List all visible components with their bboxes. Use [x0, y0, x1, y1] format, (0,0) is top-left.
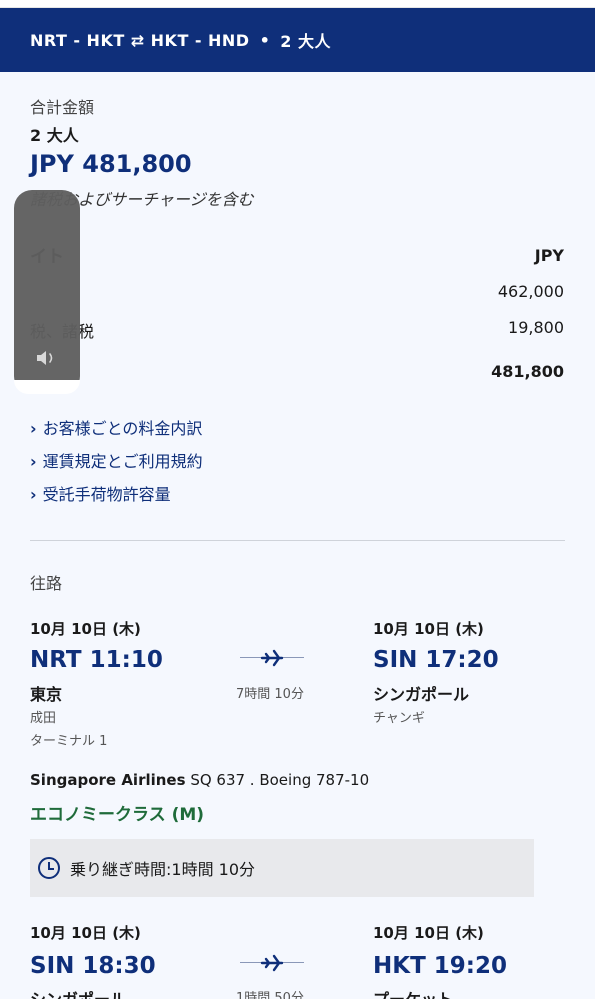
segment1-flight-line: Singapore Airlines SQ 637 . Boeing 787-1… [30, 771, 369, 789]
segment2-arrival-date: 10月 10日 (木) [373, 924, 484, 942]
separator-dot: • [259, 30, 271, 50]
segment1-arrival-airport: チャンギ [373, 711, 425, 726]
chevron-right-icon: › [30, 419, 37, 438]
top-strip [0, 0, 595, 8]
segment1-arrival-city: シンガポール [373, 685, 470, 704]
total-value: 481,800 [491, 362, 564, 381]
segment1-duration: 7時間 10分 [236, 687, 304, 702]
via-code: HKT [150, 30, 189, 50]
link-price-breakdown[interactable]: › お客様ごとの料金内訳 [30, 415, 202, 439]
section-divider [30, 540, 565, 541]
segment1-departure-airport: 成田 [30, 711, 57, 726]
outbound-title: 往路 [30, 574, 63, 593]
segment2-arrival-time: HKT 19:20 [373, 953, 507, 979]
tax-value: 19,800 [508, 318, 564, 337]
segment1-cabin-class: エコノミークラス (M) [30, 805, 205, 825]
flight-info: SQ 637 . Boeing 787-10 [190, 771, 370, 789]
plane-icon [240, 648, 304, 668]
volume-overlay [14, 190, 80, 394]
pax-label: 2 大人 [30, 126, 79, 145]
link-label: 受託手荷物許容量 [42, 485, 171, 504]
segment2-departure-city: シンガポール [30, 986, 126, 999]
layover-text: 乗り継ぎ時間:1時間 10分 [70, 860, 256, 879]
segment2-departure-time: SIN 18:30 [30, 953, 156, 979]
link-label: 運賃規定とご利用規約 [42, 452, 203, 471]
link-fare-rules[interactable]: › 運賃規定とご利用規約 [30, 448, 203, 472]
chevron-right-icon: › [30, 452, 37, 471]
currency-label: JPY [534, 246, 564, 265]
segment1-departure-time: NRT 11:10 [30, 647, 163, 673]
plane-icon [240, 953, 304, 973]
chevron-right-icon: › [30, 485, 37, 504]
dash: - [194, 30, 202, 50]
from-code: NRT [30, 30, 68, 50]
dash: - [73, 30, 81, 50]
layover-box: 乗り継ぎ時間:1時間 10分 [30, 839, 534, 897]
itinerary-header: NRT - HKT ⇄ HKT - HND • 2 大人 [0, 8, 595, 72]
via-code: HKT [86, 30, 125, 50]
segment2-duration: 1時間 50分 [236, 991, 304, 999]
segment2-arrival-city: プーケット [373, 986, 453, 999]
segment1-departure-date: 10月 10日 (木) [30, 620, 141, 638]
link-baggage-allowance[interactable]: › 受託手荷物許容量 [30, 481, 171, 505]
segment1-terminal: ターミナル 1 [30, 734, 108, 749]
passenger-count: 2 大人 [280, 32, 332, 51]
swap-icon: ⇄ [130, 30, 145, 50]
total-price: JPY 481,800 [30, 150, 192, 178]
speaker-icon [37, 351, 53, 365]
link-label: お客様ごとの料金内訳 [42, 419, 203, 438]
to-code: HND [208, 30, 250, 50]
segment1-arrival-time: SIN 17:20 [373, 647, 499, 673]
segment2-departure-date: 10月 10日 (木) [30, 924, 141, 942]
total-label: 合計金額 [30, 98, 95, 117]
segment1-arrival-date: 10月 10日 (木) [373, 620, 484, 638]
segment1-departure-city: 東京 [30, 685, 63, 704]
clock-icon [38, 857, 60, 879]
fare-value: 462,000 [497, 282, 564, 301]
airline-name: Singapore Airlines [30, 771, 186, 789]
volume-level-fill [14, 380, 80, 394]
